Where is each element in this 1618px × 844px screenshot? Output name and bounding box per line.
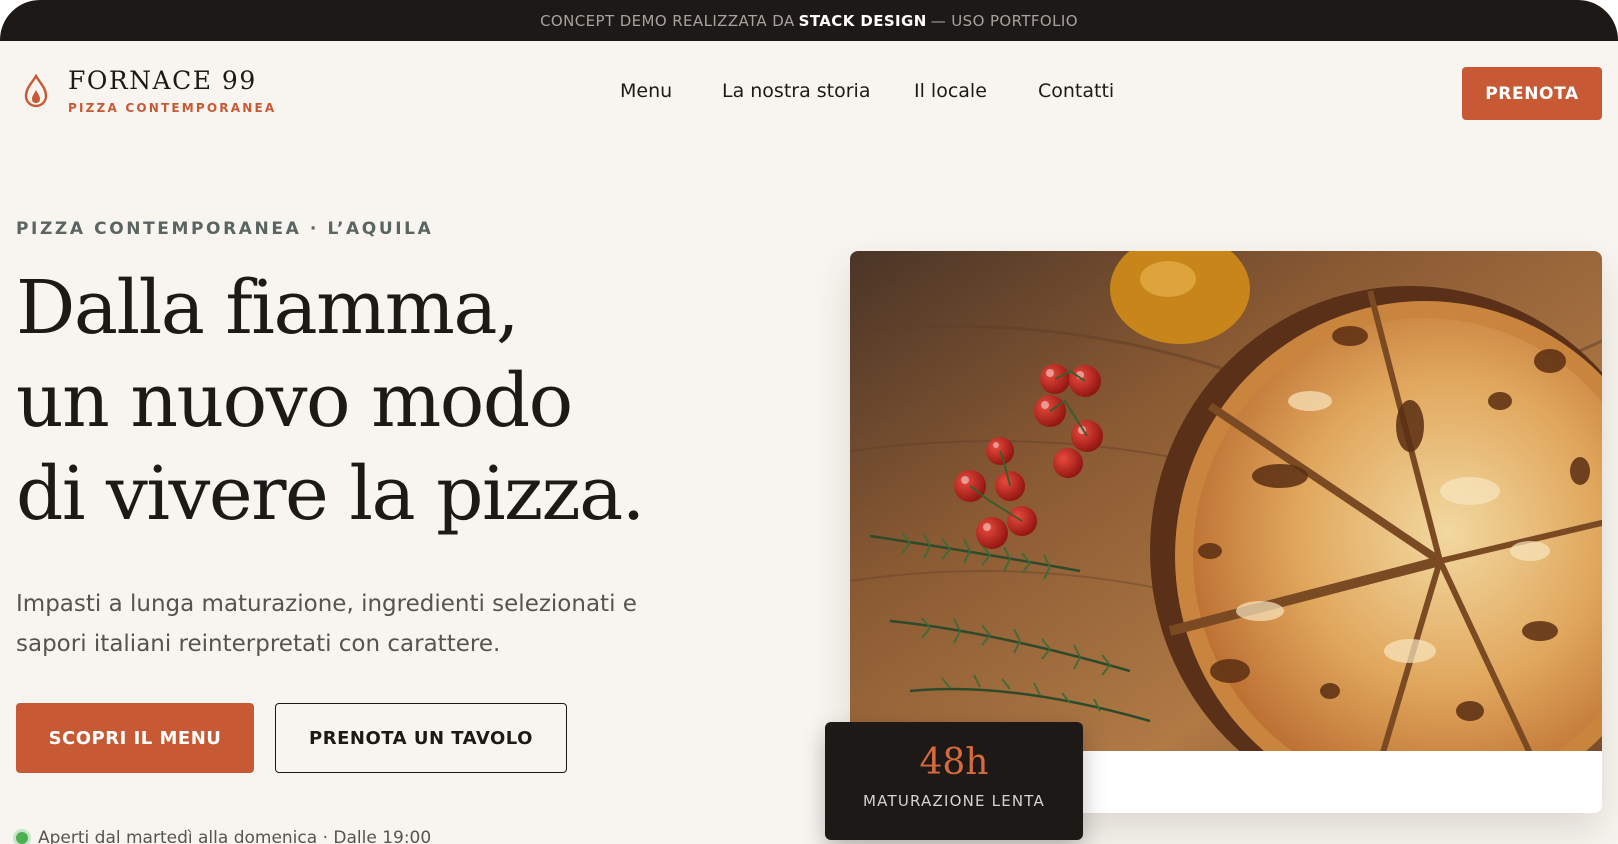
badge-label: MATURAZIONE LENTA (863, 792, 1045, 810)
prenota-un-tavolo-button[interactable]: PRENOTA UN TAVOLO (275, 703, 567, 773)
open-status-icon (16, 832, 28, 844)
logo-title[interactable]: FORNACE 99 (68, 66, 257, 95)
hero-lead: Impasti a lunga maturazione, ingredienti… (16, 584, 676, 664)
top-banner: CONCEPT DEMO REALIZZATA DA STACK DESIGN … (0, 0, 1618, 41)
maturation-badge: 48h MATURAZIONE LENTA (825, 722, 1083, 840)
lead-line-1: Impasti a lunga maturazione, ingredienti… (16, 591, 637, 617)
scopri-il-menu-button[interactable]: SCOPRI IL MENU (16, 703, 254, 773)
banner-brand: STACK DESIGN (798, 11, 927, 30)
hero-headline: Dalla fiamma, un nuovo modo di vivere la… (16, 262, 736, 541)
nav-contatti[interactable]: Contatti (1038, 80, 1114, 110)
nav-il-locale[interactable]: Il locale (914, 80, 987, 110)
headline-line-2: un nuovo modo (16, 358, 573, 444)
logo-subtitle: PIZZA CONTEMPORANEA (68, 101, 277, 115)
pizza-photo (850, 251, 1602, 751)
headline-line-1: Dalla fiamma, (16, 265, 520, 351)
page-frame: CONCEPT DEMO REALIZZATA DA STACK DESIGN … (0, 0, 1618, 844)
nav-la-nostra-storia[interactable]: La nostra storia (722, 80, 870, 110)
hero-eyebrow: PIZZA CONTEMPORANEA · L’AQUILA (16, 219, 434, 239)
flame-icon (24, 74, 48, 108)
badge-value: 48h (919, 742, 989, 783)
headline-line-3: di vivere la pizza. (16, 451, 645, 537)
lead-line-2: sapori italiani reinterpretati con carat… (16, 631, 501, 657)
nav-menu[interactable]: Menu (620, 80, 672, 110)
banner-suffix: — USO PORTFOLIO (930, 11, 1078, 30)
prenota-button[interactable]: PRENOTA (1462, 67, 1602, 120)
opening-hours-text: Aperti dal martedì alla domenica · Dalle… (38, 828, 432, 844)
banner-prefix: CONCEPT DEMO REALIZZATA DA (540, 11, 795, 30)
opening-hours: Aperti dal martedì alla domenica · Dalle… (16, 828, 431, 844)
